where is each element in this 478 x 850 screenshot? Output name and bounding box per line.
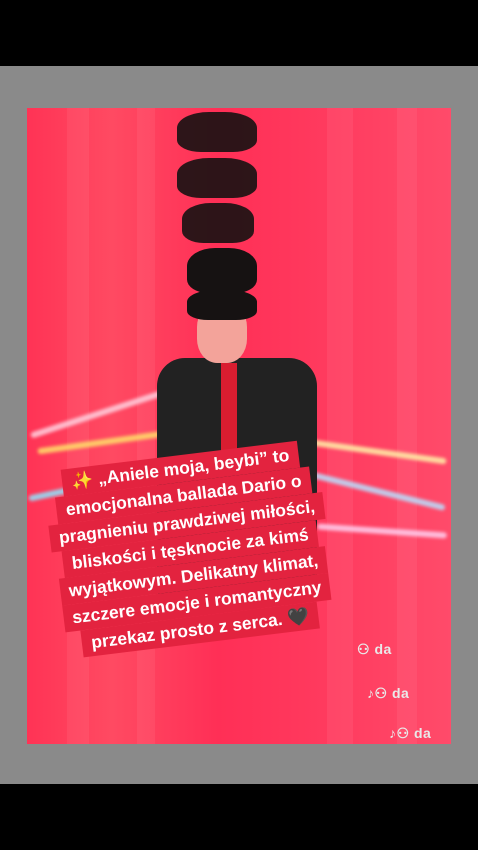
user-icon: ⚇	[357, 641, 371, 657]
figure-echo-1	[177, 112, 257, 152]
watermark-1: ⚇ da	[357, 641, 392, 657]
figure-echo-4	[187, 248, 257, 293]
figure-echo-3	[182, 203, 254, 243]
watermark-3: ♪⚇ da	[389, 725, 432, 741]
user-icon: ⚇	[396, 725, 410, 741]
tiktok-logo-icon: ♪	[389, 725, 397, 741]
figure-echo-2	[177, 158, 257, 198]
tiktok-logo-icon: ♪	[367, 685, 375, 701]
figure-hair	[187, 290, 257, 320]
watermark-2: ♪⚇ da	[367, 685, 410, 701]
user-icon: ⚇	[374, 685, 388, 701]
